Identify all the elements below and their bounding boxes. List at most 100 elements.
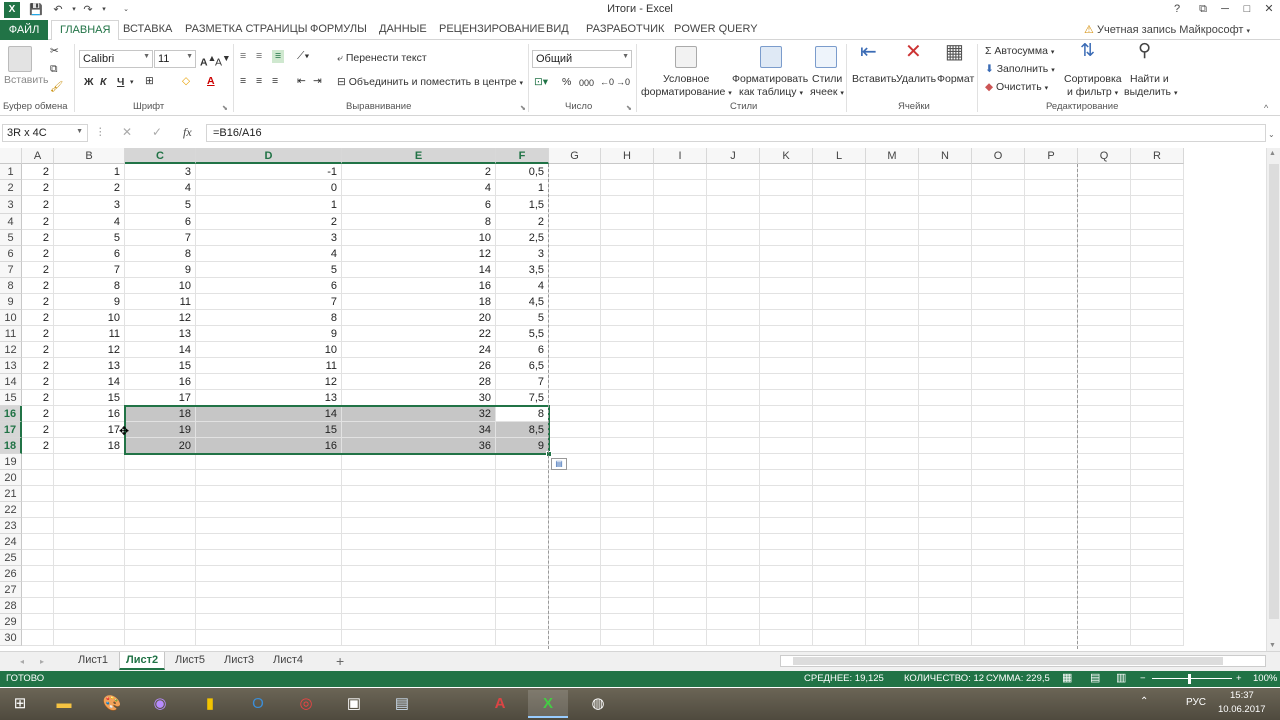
- cell-q15[interactable]: [1078, 390, 1131, 406]
- row-header-14[interactable]: 14: [0, 374, 22, 390]
- cell-e15[interactable]: 30: [342, 390, 496, 406]
- cell-o4[interactable]: [972, 214, 1025, 230]
- column-header-r[interactable]: R: [1131, 148, 1184, 164]
- cell-j23[interactable]: [707, 518, 760, 534]
- remote-desktop-icon[interactable]: ▣: [334, 690, 374, 718]
- cell-q17[interactable]: [1078, 422, 1131, 438]
- cell-p29[interactable]: [1025, 614, 1078, 630]
- cell-q2[interactable]: [1078, 180, 1131, 196]
- cell-styles-label[interactable]: Стили: [812, 73, 842, 86]
- cell-b20[interactable]: [54, 470, 125, 486]
- cell-i18[interactable]: [654, 438, 707, 454]
- cell-m14[interactable]: [866, 374, 919, 390]
- cell-p22[interactable]: [1025, 502, 1078, 518]
- cell-r3[interactable]: [1131, 196, 1184, 214]
- cell-p14[interactable]: [1025, 374, 1078, 390]
- zoom-out-button[interactable]: −: [1140, 673, 1146, 684]
- cell-b28[interactable]: [54, 598, 125, 614]
- cell-k12[interactable]: [760, 342, 813, 358]
- cell-k2[interactable]: [760, 180, 813, 196]
- cell-j24[interactable]: [707, 534, 760, 550]
- cell-g4[interactable]: [549, 214, 601, 230]
- cell-j17[interactable]: [707, 422, 760, 438]
- cell-l13[interactable]: [813, 358, 866, 374]
- cell-k14[interactable]: [760, 374, 813, 390]
- name-box[interactable]: 3R x 4C ▼: [2, 124, 88, 142]
- file-explorer-icon[interactable]: ▬: [44, 690, 84, 718]
- cell-g3[interactable]: [549, 196, 601, 214]
- cell-r1[interactable]: [1131, 164, 1184, 180]
- wrap-text-button[interactable]: ⤶ Перенести текст: [337, 52, 427, 65]
- cell-f29[interactable]: [496, 614, 549, 630]
- cell-g1[interactable]: [549, 164, 601, 180]
- cell-q27[interactable]: [1078, 582, 1131, 598]
- cell-b8[interactable]: 8: [54, 278, 125, 294]
- cell-p11[interactable]: [1025, 326, 1078, 342]
- cell-a27[interactable]: [22, 582, 54, 598]
- column-header-m[interactable]: M: [866, 148, 919, 164]
- thousands-button[interactable]: 000: [579, 77, 594, 90]
- cell-o23[interactable]: [972, 518, 1025, 534]
- cell-n23[interactable]: [919, 518, 972, 534]
- column-header-i[interactable]: I: [654, 148, 707, 164]
- cell-a13[interactable]: 2: [22, 358, 54, 374]
- cell-i29[interactable]: [654, 614, 707, 630]
- cell-l14[interactable]: [813, 374, 866, 390]
- cell-l10[interactable]: [813, 310, 866, 326]
- cell-a22[interactable]: [22, 502, 54, 518]
- cell-p30[interactable]: [1025, 630, 1078, 646]
- cell-n9[interactable]: [919, 294, 972, 310]
- cell-n15[interactable]: [919, 390, 972, 406]
- cell-l7[interactable]: [813, 262, 866, 278]
- cell-l4[interactable]: [813, 214, 866, 230]
- cell-p24[interactable]: [1025, 534, 1078, 550]
- cell-m8[interactable]: [866, 278, 919, 294]
- cell-a30[interactable]: [22, 630, 54, 646]
- enter-formula-icon[interactable]: ✓: [152, 126, 162, 139]
- cell-g12[interactable]: [549, 342, 601, 358]
- cell-k3[interactable]: [760, 196, 813, 214]
- cell-h2[interactable]: [601, 180, 654, 196]
- cell-d12[interactable]: 10: [196, 342, 342, 358]
- cell-e30[interactable]: [342, 630, 496, 646]
- tab-formulas[interactable]: ФОРМУЛЫ: [310, 23, 367, 35]
- row-header-23[interactable]: 23: [0, 518, 22, 534]
- ribbon-display-options-button[interactable]: ⧉: [1192, 1, 1214, 18]
- cell-g14[interactable]: [549, 374, 601, 390]
- horizontal-scroll-thumb[interactable]: [793, 657, 1223, 665]
- cell-i21[interactable]: [654, 486, 707, 502]
- cell-h28[interactable]: [601, 598, 654, 614]
- cell-n29[interactable]: [919, 614, 972, 630]
- cell-d23[interactable]: [196, 518, 342, 534]
- cell-g18[interactable]: [549, 438, 601, 454]
- cell-l29[interactable]: [813, 614, 866, 630]
- cell-l2[interactable]: [813, 180, 866, 196]
- cell-l11[interactable]: [813, 326, 866, 342]
- cell-p1[interactable]: [1025, 164, 1078, 180]
- cell-f23[interactable]: [496, 518, 549, 534]
- row-header-11[interactable]: 11: [0, 326, 22, 342]
- cell-j5[interactable]: [707, 230, 760, 246]
- cell-b14[interactable]: 14: [54, 374, 125, 390]
- cell-r11[interactable]: [1131, 326, 1184, 342]
- cell-o16[interactable]: [972, 406, 1025, 422]
- cell-l16[interactable]: [813, 406, 866, 422]
- cell-q7[interactable]: [1078, 262, 1131, 278]
- find-select-label-2[interactable]: выделить ▾: [1124, 86, 1177, 100]
- cell-q11[interactable]: [1078, 326, 1131, 342]
- cell-k27[interactable]: [760, 582, 813, 598]
- viber-icon[interactable]: ◉: [140, 690, 180, 718]
- find-select-label[interactable]: Найти и: [1130, 73, 1169, 86]
- cell-q3[interactable]: [1078, 196, 1131, 214]
- cell-l24[interactable]: [813, 534, 866, 550]
- cell-q28[interactable]: [1078, 598, 1131, 614]
- cell-j21[interactable]: [707, 486, 760, 502]
- increase-indent-icon[interactable]: ⇥: [313, 75, 322, 88]
- cell-g24[interactable]: [549, 534, 601, 550]
- cell-f2[interactable]: 1: [496, 180, 549, 196]
- cell-e29[interactable]: [342, 614, 496, 630]
- cell-q4[interactable]: [1078, 214, 1131, 230]
- underline-dropdown-icon[interactable]: ▾: [130, 76, 134, 89]
- cell-i7[interactable]: [654, 262, 707, 278]
- cell-b30[interactable]: [54, 630, 125, 646]
